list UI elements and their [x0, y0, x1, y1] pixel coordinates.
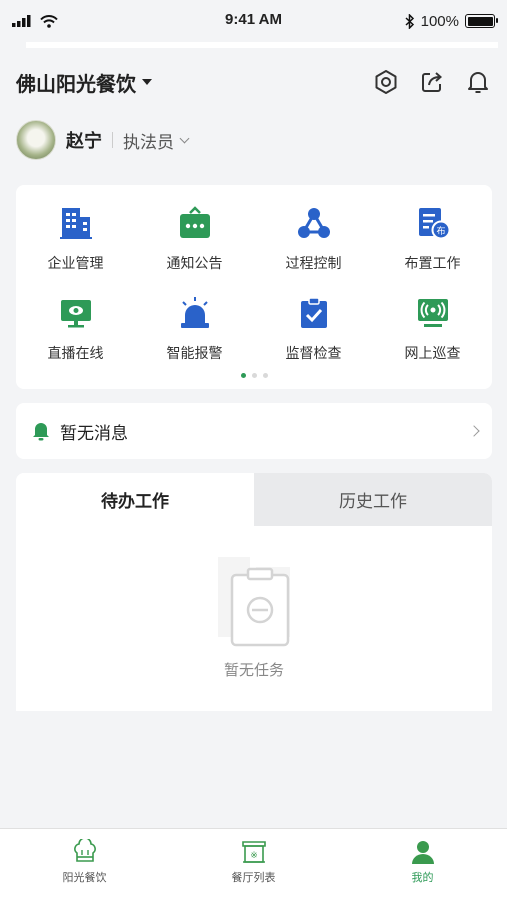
header-actions	[372, 68, 492, 96]
menu-label: 智能报警	[166, 346, 223, 362]
page-dot[interactable]	[262, 373, 268, 378]
notice-icon	[175, 203, 215, 243]
menu-item-notice[interactable]: 通知公告	[135, 203, 254, 273]
page-dot[interactable]	[240, 373, 246, 378]
building-icon	[56, 203, 96, 243]
chef-hat-icon	[73, 839, 96, 862]
empty-clipboard-icon	[218, 557, 290, 647]
bottom-nav: 阳光餐饮 ※ 餐厅列表 我的	[0, 828, 507, 900]
function-grid: 企业管理 通知公告 过程控制 布 布置工作 直播在线 智能报警 监督检查 网上巡…	[16, 203, 492, 363]
nav-label: 餐厅列表	[231, 871, 276, 884]
message-notice-bar[interactable]: 暂无消息	[16, 403, 492, 459]
settings-icon[interactable]	[372, 68, 400, 96]
battery-icon	[465, 14, 498, 28]
nav-restaurants[interactable]: ※ 餐厅列表	[169, 829, 338, 900]
user-name: 赵宁	[66, 131, 102, 152]
menu-label: 企业管理	[47, 256, 104, 272]
menu-label: 直播在线	[47, 346, 104, 362]
svg-text:※: ※	[250, 851, 258, 861]
user-icon	[411, 841, 434, 864]
page-indicator	[16, 373, 492, 378]
menu-item-alarm[interactable]: 智能报警	[135, 293, 254, 363]
status-time: 9:41 AM	[225, 11, 282, 28]
caret-down-icon	[142, 79, 152, 85]
menu-item-live[interactable]: 直播在线	[16, 293, 135, 363]
broadcast-icon	[413, 293, 453, 333]
header: 佛山阳光餐饮	[16, 62, 492, 102]
tasks-card: 待办工作 历史工作 暂无任务	[16, 473, 492, 711]
monitor-icon	[56, 293, 96, 333]
status-bar: 9:41 AM 100%	[0, 0, 507, 42]
network-icon	[294, 203, 334, 243]
alarm-icon	[175, 293, 215, 333]
divider	[112, 132, 113, 148]
menu-item-process[interactable]: 过程控制	[254, 203, 373, 273]
menu-label: 监督检查	[285, 346, 342, 362]
org-selector[interactable]: 佛山阳光餐饮	[16, 68, 152, 97]
tab-todo[interactable]: 待办工作	[16, 473, 254, 526]
user-role: 执法员	[123, 132, 174, 153]
page-dot[interactable]	[251, 373, 257, 378]
notice-text: 暂无消息	[60, 423, 128, 444]
empty-text: 暂无任务	[223, 661, 284, 679]
org-name: 佛山阳光餐饮	[16, 71, 136, 96]
empty-state: 暂无任务	[16, 553, 492, 680]
menu-item-inspection[interactable]: 监督检查	[254, 293, 373, 363]
svg-text:布: 布	[436, 225, 445, 237]
nav-label: 阳光餐饮	[62, 871, 107, 884]
menu-label: 过程控制	[285, 256, 342, 272]
clipboard-check-icon	[294, 293, 334, 333]
menu-item-patrol[interactable]: 网上巡查	[373, 293, 492, 363]
nav-home[interactable]: 阳光餐饮	[0, 829, 169, 900]
tab-history[interactable]: 历史工作	[254, 473, 492, 526]
menu-item-enterprise[interactable]: 企业管理	[16, 203, 135, 273]
share-icon[interactable]	[418, 68, 446, 96]
chevron-right-icon	[468, 425, 480, 437]
function-grid-card: 企业管理 通知公告 过程控制 布 布置工作 直播在线 智能报警 监督检查 网上巡…	[16, 185, 492, 389]
menu-label: 通知公告	[166, 256, 223, 272]
user-profile-row[interactable]: 赵宁 执法员	[16, 120, 190, 160]
nav-label: 我的	[411, 871, 434, 884]
menu-item-assign[interactable]: 布 布置工作	[373, 203, 492, 273]
assign-icon: 布	[413, 203, 453, 243]
status-divider	[26, 42, 498, 48]
chevron-down-icon	[179, 133, 190, 143]
menu-label: 布置工作	[404, 256, 461, 272]
nav-mine[interactable]: 我的	[338, 829, 507, 900]
task-tabs: 待办工作 历史工作	[16, 473, 492, 526]
role-selector[interactable]: 执法员	[123, 128, 190, 153]
bell-icon	[33, 423, 49, 441]
bell-icon[interactable]	[464, 68, 492, 96]
store-icon: ※	[241, 841, 266, 863]
avatar[interactable]	[16, 120, 56, 160]
menu-label: 网上巡查	[404, 346, 461, 362]
